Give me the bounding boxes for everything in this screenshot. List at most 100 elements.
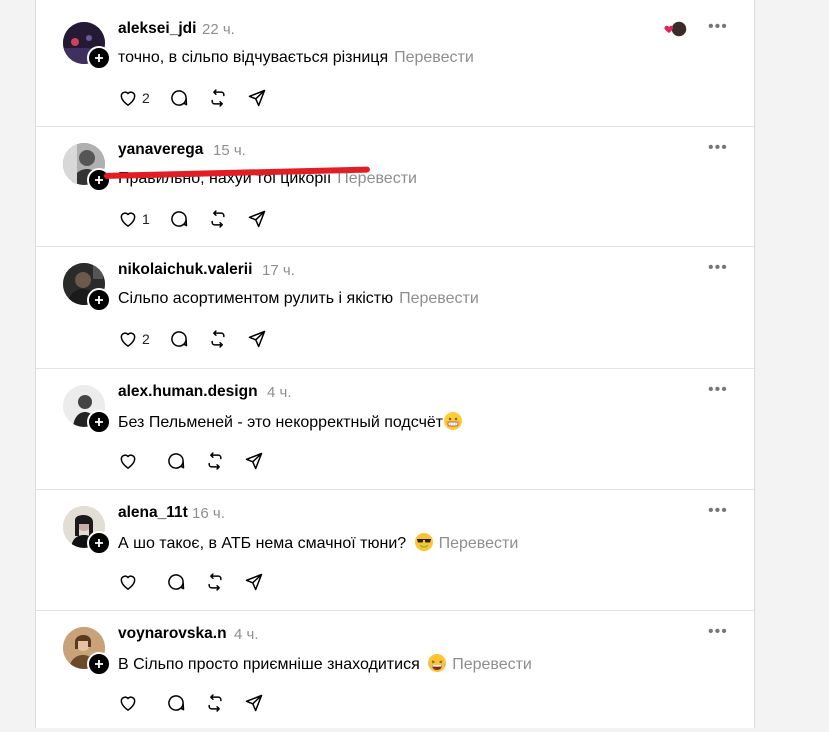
- timestamp: 22 ч.: [202, 21, 235, 38]
- share-button[interactable]: [244, 572, 264, 592]
- share-icon: [245, 573, 263, 591]
- like-button[interactable]: [118, 451, 138, 471]
- comment-text: Сільпо асортиментом рулить і якістю Перев…: [118, 290, 479, 308]
- username[interactable]: voynarovska.n: [118, 625, 227, 643]
- comment-post: alena_11t 16 ч. ••• А шо такоє, в АТБ не…: [36, 489, 754, 611]
- share-button[interactable]: [247, 209, 267, 229]
- action-bar: 2: [118, 328, 286, 350]
- follow-plus-icon[interactable]: [87, 410, 111, 434]
- share-button[interactable]: [244, 451, 264, 471]
- repost-icon: [211, 330, 225, 348]
- comment-icon: [171, 331, 188, 347]
- reply-button[interactable]: [166, 693, 186, 713]
- like-button[interactable]: [118, 572, 138, 592]
- repost-button[interactable]: [208, 329, 228, 349]
- follow-plus-icon[interactable]: [87, 46, 111, 70]
- repost-button[interactable]: [205, 451, 225, 471]
- timestamp: 17 ч.: [262, 262, 295, 279]
- repost-icon: [211, 89, 225, 107]
- like-count: 2: [142, 331, 150, 347]
- heart-icon: [120, 212, 136, 227]
- comment-body: Без Пельменей - это некорректный подсчёт: [118, 414, 444, 431]
- more-icon[interactable]: •••: [708, 623, 728, 641]
- more-icon[interactable]: •••: [708, 139, 728, 157]
- comment-post: aleksei_jdi 22 ч. ••• точно, в сільпо ві…: [36, 0, 754, 126]
- comment-body: Сільпо асортиментом рулить і якістю: [118, 290, 394, 307]
- liked-by-author-badge: [662, 20, 690, 38]
- like-button[interactable]: 2: [118, 88, 150, 108]
- action-bar: [118, 450, 283, 472]
- comment-text: В Сільпо просто приємніше знаходитися Пе…: [118, 654, 532, 674]
- reply-button[interactable]: [169, 88, 189, 108]
- follow-plus-icon[interactable]: [87, 652, 111, 676]
- comment-icon: [168, 695, 185, 711]
- repost-icon: [208, 573, 222, 591]
- share-button[interactable]: [247, 88, 267, 108]
- action-bar: 2: [118, 87, 286, 109]
- timestamp: 15 ч.: [213, 142, 246, 159]
- follow-plus-icon[interactable]: [87, 168, 111, 192]
- translate-link[interactable]: Перевести: [394, 49, 474, 66]
- username[interactable]: yanaverega: [118, 141, 203, 159]
- repost-button[interactable]: [205, 572, 225, 592]
- share-button[interactable]: [244, 693, 264, 713]
- translate-link[interactable]: Перевести: [439, 535, 519, 552]
- follow-plus-icon[interactable]: [87, 531, 111, 555]
- comment-icon: [168, 453, 185, 469]
- share-icon: [245, 694, 263, 712]
- more-icon[interactable]: •••: [708, 502, 728, 520]
- heart-icon: [120, 575, 136, 590]
- action-bar: [118, 571, 283, 593]
- heart-icon: [120, 91, 136, 106]
- grimace-emoji-icon: [444, 412, 463, 430]
- reply-button[interactable]: [169, 329, 189, 349]
- comment-icon: [168, 574, 185, 590]
- username[interactable]: aleksei_jdi: [118, 20, 196, 38]
- timestamp: 4 ч.: [267, 384, 292, 401]
- reply-button[interactable]: [166, 572, 186, 592]
- repost-icon: [211, 210, 225, 228]
- repost-button[interactable]: [208, 88, 228, 108]
- reply-button[interactable]: [166, 451, 186, 471]
- laughing-emoji-icon: [428, 654, 447, 672]
- share-button[interactable]: [247, 329, 267, 349]
- like-button[interactable]: 2: [118, 329, 150, 349]
- like-button[interactable]: 1: [118, 209, 150, 229]
- comment-icon: [171, 90, 188, 106]
- share-icon: [248, 210, 266, 228]
- follow-plus-icon[interactable]: [87, 288, 111, 312]
- like-button[interactable]: [118, 693, 138, 713]
- share-icon: [245, 452, 263, 470]
- comment-post: nikolaichuk.valerii 17 ч. ••• Сільпо асо…: [36, 246, 754, 369]
- comments-feed: aleksei_jdi 22 ч. ••• точно, в сільпо ві…: [35, 0, 755, 728]
- like-count: 1: [142, 211, 150, 227]
- comment-post: alex.human.design 4 ч. ••• Без Пельменей…: [36, 368, 754, 490]
- repost-button[interactable]: [208, 209, 228, 229]
- more-icon[interactable]: •••: [708, 381, 728, 399]
- comment-post: voynarovska.n 4 ч. ••• В Сільпо просто п…: [36, 610, 754, 732]
- like-count: 2: [142, 90, 150, 106]
- heart-icon: [120, 696, 136, 711]
- reply-button[interactable]: [169, 209, 189, 229]
- more-icon[interactable]: •••: [708, 18, 728, 36]
- repost-button[interactable]: [205, 693, 225, 713]
- comment-body: В Сільпо просто приємніше знаходитися: [118, 656, 420, 673]
- username[interactable]: nikolaichuk.valerii: [118, 261, 252, 279]
- repost-icon: [208, 694, 222, 712]
- translate-link[interactable]: Перевести: [399, 290, 479, 307]
- comment-post: yanaverega 15 ч. ••• Правильно, нахуй то…: [36, 126, 754, 247]
- comment-icon: [171, 211, 188, 227]
- repost-icon: [208, 452, 222, 470]
- share-icon: [248, 89, 266, 107]
- more-icon[interactable]: •••: [708, 259, 728, 277]
- comment-text: А шо такоє, в АТБ нема смачної тюни? Пер…: [118, 533, 518, 553]
- comment-body: точно, в сільпо відчувається різниця: [118, 49, 389, 66]
- username[interactable]: alex.human.design: [118, 383, 258, 401]
- username[interactable]: alena_11t: [118, 504, 188, 522]
- share-icon: [248, 330, 266, 348]
- comment-text: Без Пельменей - это некорректный подсчёт: [118, 412, 463, 432]
- translate-link[interactable]: Перевести: [452, 656, 532, 673]
- comment-text: точно, в сільпо відчувається різниця Пере…: [118, 49, 474, 67]
- heart-icon: [120, 332, 136, 347]
- action-bar: [118, 692, 283, 714]
